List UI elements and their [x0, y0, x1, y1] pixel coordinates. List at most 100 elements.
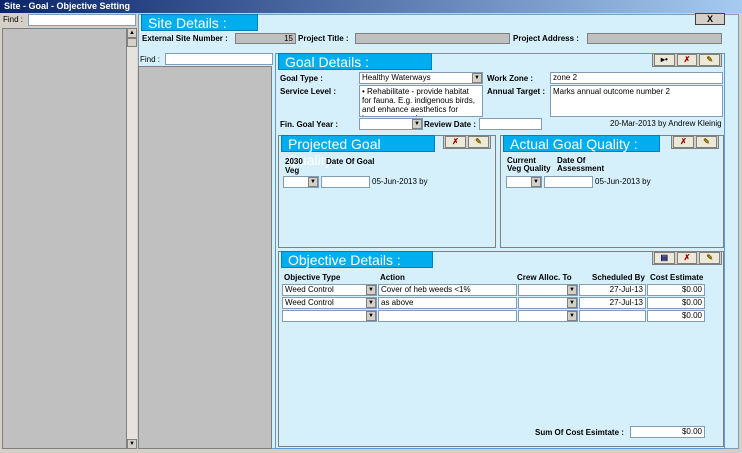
ext-site-label: External Site Number : — [142, 34, 228, 43]
projected-veg-select[interactable]: ▼ — [283, 176, 319, 188]
row0-sched-field[interactable]: 27-Jul-13 — [579, 284, 646, 296]
mid-find-label: Find : — [140, 55, 161, 64]
fin-goal-year-value — [360, 119, 412, 129]
chevron-down-icon[interactable]: ▼ — [412, 119, 422, 129]
projected-header: Projected Goal Quality : — [281, 135, 435, 168]
report-icon[interactable]: ▤ — [654, 252, 675, 264]
projected-date-field[interactable] — [321, 176, 370, 188]
service-level-field[interactable]: • Rehabilitate - provide habitat for fau… — [359, 85, 483, 117]
projected-audit: 05-Jun-2013 by — [372, 177, 428, 186]
chevron-down-icon[interactable]: ▼ — [472, 73, 482, 83]
fin-goal-year-select[interactable]: ▼ — [359, 118, 423, 130]
undo-delete-icon[interactable]: ✗ — [445, 136, 466, 148]
goal-audit-text: 20-Mar-2013 by Andrew Kleinig — [610, 119, 722, 128]
annual-target-label: Annual Target : — [487, 87, 546, 96]
goal-type-value: Healthy Waterways — [362, 73, 431, 82]
ext-site-value: 15 — [235, 33, 296, 44]
col-crew: Crew Alloc. To — [517, 273, 572, 282]
objective-header: Objective Details : — [281, 251, 433, 268]
row1-action-field[interactable]: as above — [378, 297, 517, 309]
row0-type-value: Weed Control — [285, 285, 334, 294]
row2-action-field[interactable] — [378, 310, 517, 322]
fin-goal-year-label: Fin. Goal Year : — [280, 120, 339, 129]
row1-type-select[interactable]: Weed Control ▼ — [282, 297, 377, 309]
save-icon[interactable]: ✎ — [696, 136, 717, 148]
projected-col-date: Date Of Goal — [326, 157, 375, 166]
goto-icon[interactable]: ▸• — [654, 54, 675, 66]
project-title-label: Project Title : — [298, 34, 349, 43]
row0-crew-select[interactable]: ▼ — [518, 284, 578, 296]
actual-toolbar: ✗ ✎ — [671, 135, 719, 149]
chevron-down-icon[interactable]: ▼ — [366, 285, 376, 295]
actual-col-date: Date Of Assessment — [557, 156, 605, 173]
project-address-value — [587, 33, 722, 44]
site-details-header: Site Details : — [141, 14, 258, 31]
window-title: Site - Goal - Objective Setting — [4, 1, 131, 11]
chevron-down-icon[interactable]: ▼ — [567, 285, 577, 295]
row1-crew-select[interactable]: ▼ — [518, 297, 578, 309]
actual-audit: 05-Jun-2013 by — [595, 177, 651, 186]
chevron-down-icon[interactable]: ▼ — [567, 298, 577, 308]
save-icon[interactable]: ✎ — [699, 252, 721, 264]
row2-crew-select[interactable]: ▼ — [518, 310, 578, 322]
left-find-input[interactable] — [28, 14, 136, 26]
chevron-down-icon[interactable]: ▼ — [366, 311, 376, 321]
actual-header: Actual Goal Quality : — [503, 135, 660, 152]
row2-type-select[interactable]: ▼ — [282, 310, 377, 322]
chevron-down-icon[interactable]: ▼ — [308, 177, 318, 187]
mid-find-input[interactable] — [165, 53, 273, 65]
goal-details-header: Goal Details : — [278, 53, 432, 70]
projected-col-veg: 2030 Veg — [285, 157, 303, 175]
actual-veg-select[interactable]: ▼ — [506, 176, 542, 188]
actual-col-veg: Current Veg Quality — [507, 156, 551, 173]
objective-toolbar: ▤ ✗ ✎ — [652, 251, 722, 265]
col-objective-type: Objective Type — [284, 273, 341, 282]
work-zone-label: Work Zone : — [487, 74, 534, 83]
goal-toolbar: ▸• ✗ ✎ — [652, 53, 722, 67]
left-scrollbar[interactable]: ▲ ▼ — [126, 28, 137, 449]
scroll-thumb[interactable] — [127, 38, 137, 47]
close-button[interactable]: X — [695, 13, 725, 25]
left-record-list[interactable] — [2, 28, 137, 449]
goal-type-select[interactable]: Healthy Waterways ▼ — [359, 72, 483, 84]
chevron-down-icon[interactable]: ▼ — [531, 177, 541, 187]
row2-sched-field[interactable] — [579, 310, 646, 322]
col-scheduled: Scheduled By — [592, 273, 645, 282]
row1-type-value: Weed Control — [285, 298, 334, 307]
actual-date-field[interactable] — [544, 176, 593, 188]
row0-crew-value — [519, 285, 567, 295]
row2-type-value — [283, 311, 366, 321]
chevron-down-icon[interactable]: ▼ — [567, 311, 577, 321]
left-find-label: Find : — [3, 15, 24, 24]
save-icon[interactable]: ✎ — [468, 136, 489, 148]
goal-record-list[interactable] — [138, 66, 272, 449]
sum-cost-value: $0.00 — [630, 426, 705, 438]
undo-delete-icon[interactable]: ✗ — [673, 136, 694, 148]
service-level-label: Service Level : — [280, 87, 337, 96]
undo-delete-icon[interactable]: ✗ — [676, 252, 698, 264]
chevron-down-icon[interactable]: ▼ — [366, 298, 376, 308]
col-cost: Cost Estimate — [650, 273, 704, 282]
row0-type-select[interactable]: Weed Control ▼ — [282, 284, 377, 296]
row2-cost-field[interactable]: $0.00 — [647, 310, 705, 322]
undo-delete-icon[interactable]: ✗ — [676, 54, 698, 66]
projected-toolbar: ✗ ✎ — [443, 135, 491, 149]
project-address-label: Project Address : — [513, 34, 579, 43]
row1-sched-field[interactable]: 27-Jul-13 — [579, 297, 646, 309]
work-zone-field[interactable]: zone 2 — [550, 72, 723, 84]
goal-type-label: Goal Type : — [280, 74, 323, 83]
annual-target-field[interactable]: Marks annual outcome number 2 — [550, 85, 723, 117]
review-date-field[interactable] — [479, 118, 542, 130]
col-action: Action — [380, 273, 405, 282]
review-date-label: Review Date : — [424, 120, 477, 129]
project-title-value — [355, 33, 510, 44]
row1-crew-value — [519, 298, 567, 308]
save-icon[interactable]: ✎ — [699, 54, 721, 66]
row0-cost-field[interactable]: $0.00 — [647, 284, 705, 296]
sum-cost-label: Sum Of Cost Esimtate : — [535, 428, 624, 437]
scroll-down-icon[interactable]: ▼ — [127, 439, 137, 449]
row0-action-field[interactable]: Cover of heb weeds <1% — [378, 284, 517, 296]
scroll-up-icon[interactable]: ▲ — [127, 28, 137, 38]
row2-crew-value — [519, 311, 567, 321]
row1-cost-field[interactable]: $0.00 — [647, 297, 705, 309]
